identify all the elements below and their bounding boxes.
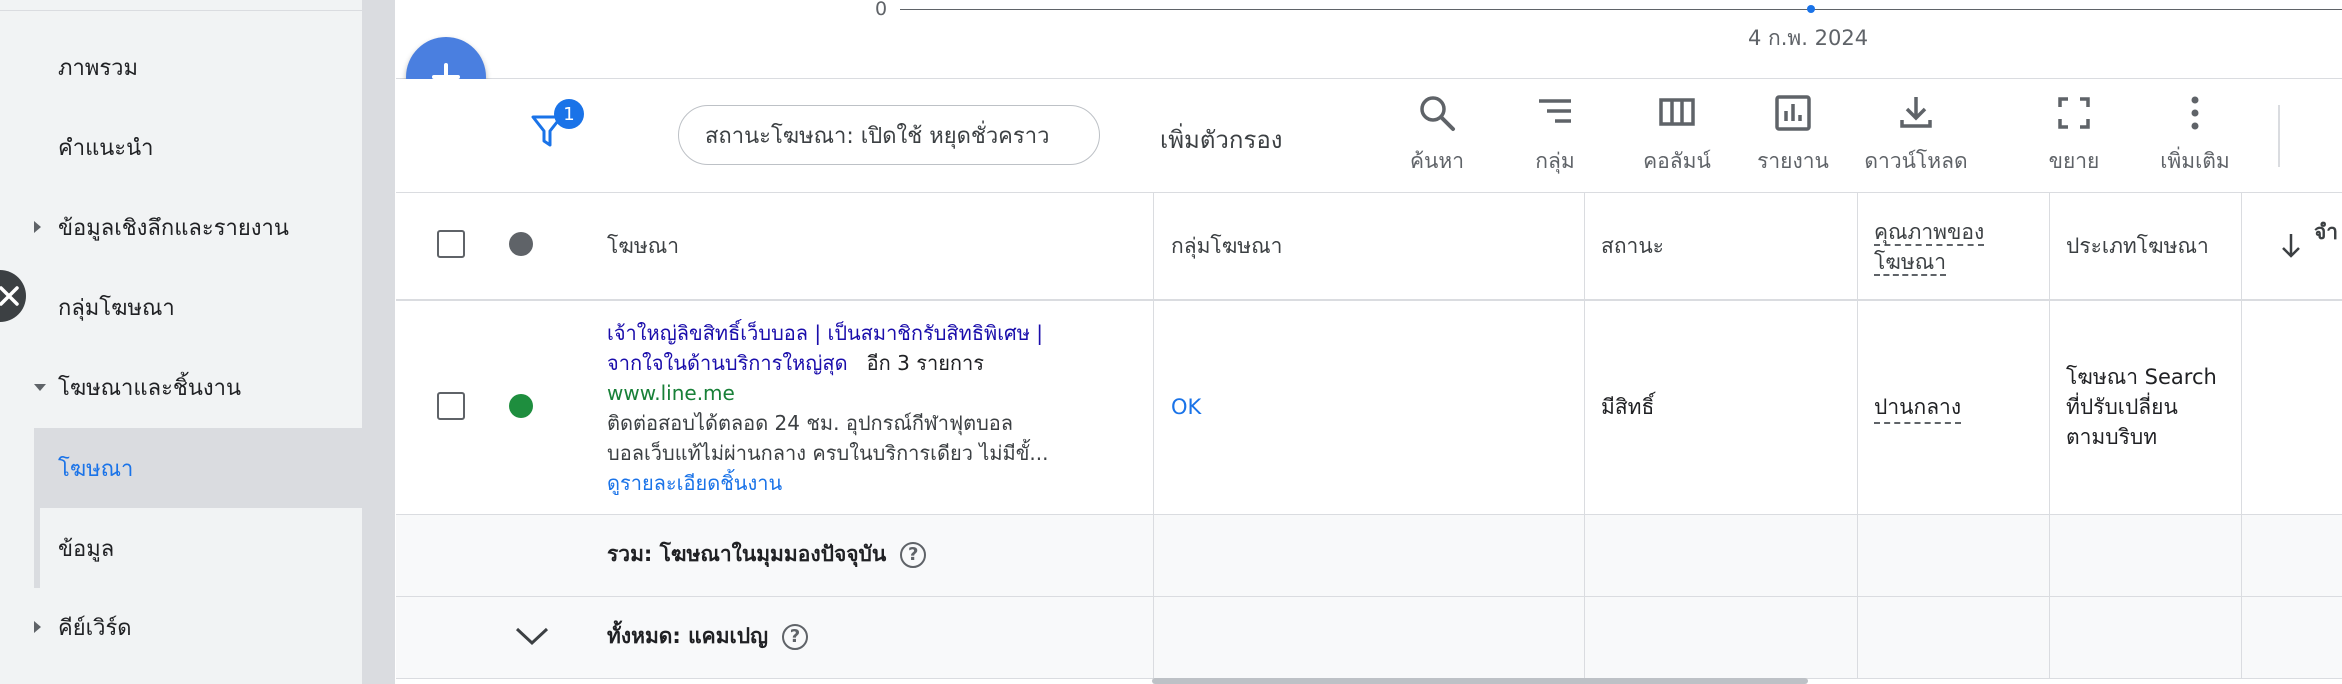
- add-filter-button[interactable]: เพิ่มตัวกรอง: [1160, 120, 1282, 159]
- columns-button-label: คอลัมน์: [1643, 149, 1711, 173]
- status-cell: มีสิทธิ์: [1601, 395, 1655, 419]
- sidebar-divider: [0, 10, 362, 11]
- expand-button[interactable]: ขยาย: [2041, 93, 2107, 178]
- status-header-dot: [509, 232, 533, 256]
- header-status[interactable]: สถานะ: [1601, 231, 1664, 261]
- x-axis-date-label: 4 ก.พ. 2024: [1748, 26, 1869, 50]
- header-ad-strength[interactable]: คุณภาพของ โฆษณา: [1874, 217, 1985, 277]
- sidebar-item-insights-reports[interactable]: ข้อมูลเชิงลึกและรายงาน: [0, 188, 362, 266]
- download-button-label: ดาวน์โหลด: [1864, 149, 1968, 173]
- sidebar-item-label: ภาพรวม: [58, 55, 139, 81]
- total-campaign-text: ทั้งหมด: แคมเปญ: [607, 624, 768, 648]
- ad-description-2: บอลเว็บแท้ไม่ผ่านกลาง ครบในบริการเดียว ไ…: [607, 441, 1049, 465]
- table-toolbar: 1 สถานะโฆษณา: เปิดใช้ หยุดชั่วคราว เพิ่ม…: [396, 79, 2342, 193]
- header-ad[interactable]: โฆษณา: [607, 231, 679, 261]
- sidebar-item-ads[interactable]: โฆษณา: [34, 428, 362, 508]
- sidebar-item-label: โฆษณา: [58, 456, 134, 482]
- expand-icon: [2058, 97, 2090, 129]
- header-ad-strength-line1: คุณภาพของ: [1874, 220, 1985, 246]
- ad-headline-1[interactable]: เจ้าใหญ่ลิขสิทธิ์เว็บบอล | เป็นสมาชิกรับ…: [607, 318, 1127, 348]
- total-current-view-text: รวม: โฆษณาในมุมมองปัจจุบัน: [607, 542, 887, 566]
- search-button[interactable]: ค้นหา: [1402, 93, 1472, 178]
- total-campaign-label: ทั้งหมด: แคมเปญ?: [607, 621, 808, 651]
- ad-headline-2[interactable]: จากใจในด้านบริการใหญ่สุด: [607, 351, 848, 375]
- ad-display-url: www.line.me: [607, 381, 735, 405]
- header-ad-strength-line2: โฆษณา: [1874, 250, 1946, 276]
- help-icon[interactable]: ?: [781, 624, 808, 650]
- total-campaign-row: ทั้งหมด: แคมเปญ?: [396, 597, 2342, 679]
- row-checkbox[interactable]: [437, 392, 465, 420]
- y-axis-zero-label: 0: [875, 0, 888, 20]
- segment-button[interactable]: กลุ่ม: [1520, 93, 1590, 178]
- reports-icon: [1775, 95, 1811, 131]
- segment-icon: [1539, 99, 1571, 123]
- select-all-checkbox[interactable]: [437, 230, 465, 258]
- ad-group-link[interactable]: OK: [1171, 392, 1201, 422]
- caret-down-icon: [34, 383, 46, 391]
- column-divider: [2241, 193, 2242, 678]
- reports-button[interactable]: รายงาน: [1750, 93, 1836, 178]
- sidebar-item-label: โฆษณาและชิ้นงาน: [58, 375, 241, 401]
- table-row: เจ้าใหญ่ลิขสิทธิ์เว็บบอล | เป็นสมาชิกรับ…: [396, 301, 2342, 515]
- sidebar-nav: ภาพรวม คำแนะนำ ข้อมูลเชิงลึกและรายงาน กล…: [0, 0, 363, 684]
- search-button-label: ค้นหา: [1409, 149, 1465, 173]
- sidebar-item-label: กลุ่มโฆษณา: [58, 295, 175, 321]
- more-button-label: เพิ่มเติม: [2160, 149, 2230, 173]
- toolbar-divider: [2278, 105, 2280, 167]
- filter-count-badge: 1: [554, 99, 584, 129]
- ad-description-1: ติดต่อสอบได้ตลอด 24 ชม. อุปกรณ์กีฬาฟุตบอ…: [607, 411, 1014, 435]
- view-asset-details-link[interactable]: ดูรายละเอียดชิ้นงาน: [607, 468, 1127, 498]
- sidebar-item-overview[interactable]: ภาพรวม: [0, 28, 362, 106]
- sidebar-item-recommendations[interactable]: คำแนะนำ: [0, 108, 362, 186]
- search-icon: [1420, 96, 1455, 131]
- column-divider: [2049, 193, 2050, 678]
- sidebar-item-label: คีย์เวิร์ด: [58, 615, 132, 641]
- total-current-view-label: รวม: โฆษณาในมุมมองปัจจุบัน?: [607, 539, 927, 569]
- column-divider: [1584, 193, 1585, 678]
- caret-right-icon: [34, 221, 41, 233]
- ad-type-line1: โฆษณา Search: [2066, 365, 2217, 389]
- help-icon[interactable]: ?: [900, 542, 927, 568]
- sidebar-item-label: ข้อมูลเชิงลึกและรายงาน: [58, 215, 289, 241]
- performance-chart: 0 4 ก.พ. 2024: [396, 0, 2342, 79]
- columns-icon: [1659, 98, 1695, 126]
- expand-button-label: ขยาย: [2048, 149, 2100, 173]
- header-ad-type[interactable]: ประเภทโฆษณา: [2066, 231, 2209, 261]
- panel-gutter: [363, 0, 395, 684]
- table-header: โฆษณา กลุ่มโฆษณา สถานะ คุณภาพของ โฆษณา ป…: [396, 193, 2342, 301]
- horizontal-scrollbar[interactable]: [1152, 678, 1808, 684]
- chart-data-point[interactable]: [1807, 5, 1815, 13]
- more-icon: [2191, 96, 2199, 130]
- sidebar-item-ad-groups[interactable]: กลุ่มโฆษณา: [0, 268, 362, 346]
- sidebar-item-assets[interactable]: ข้อมูล: [0, 508, 362, 588]
- columns-button[interactable]: คอลัมน์: [1629, 93, 1725, 178]
- reports-button-label: รายงาน: [1757, 149, 1829, 173]
- header-ad-group[interactable]: กลุ่มโฆษณา: [1171, 231, 1282, 261]
- sidebar-item-label: คำแนะนำ: [58, 135, 154, 161]
- status-enabled-dot[interactable]: [509, 394, 533, 418]
- download-icon: [1900, 97, 1932, 128]
- column-divider: [1153, 193, 1154, 678]
- chart-axis-line: [900, 9, 2342, 10]
- total-current-view-row: รวม: โฆษณาในมุมมองปัจจุบัน?: [396, 515, 2342, 597]
- sidebar-item-keywords[interactable]: คีย์เวิร์ด: [0, 588, 362, 666]
- caret-right-icon: [34, 621, 41, 633]
- more-button[interactable]: เพิ่มเติม: [2152, 93, 2238, 178]
- sidebar-item-ads-assets[interactable]: โฆษณาและชิ้นงาน: [0, 348, 362, 426]
- download-button[interactable]: ดาวน์โหลด: [1858, 93, 1974, 178]
- sidebar-item-label: ข้อมูล: [58, 536, 115, 562]
- ad-type-line3: ตามบริบท: [2066, 425, 2158, 449]
- sort-descending-icon[interactable]: [2279, 231, 2303, 265]
- status-filter-chip[interactable]: สถานะโฆษณา: เปิดใช้ หยุดชั่วคราว: [678, 105, 1100, 165]
- ad-type-line2: ที่ปรับเปลี่ยน: [2066, 395, 2178, 419]
- column-divider: [1857, 193, 1858, 678]
- chevron-down-icon[interactable]: [514, 625, 550, 651]
- ad-more-items: อีก 3 รายการ: [866, 351, 984, 375]
- header-next-column[interactable]: จำ: [2314, 217, 2338, 247]
- ad-preview: เจ้าใหญ่ลิขสิทธิ์เว็บบอล | เป็นสมาชิกรับ…: [607, 318, 1127, 498]
- ad-strength-cell[interactable]: ปานกลาง: [1874, 392, 1962, 424]
- segment-button-label: กลุ่ม: [1535, 149, 1575, 173]
- ad-type-cell: โฆษณา Search ที่ปรับเปลี่ยน ตามบริบท: [2066, 362, 2217, 452]
